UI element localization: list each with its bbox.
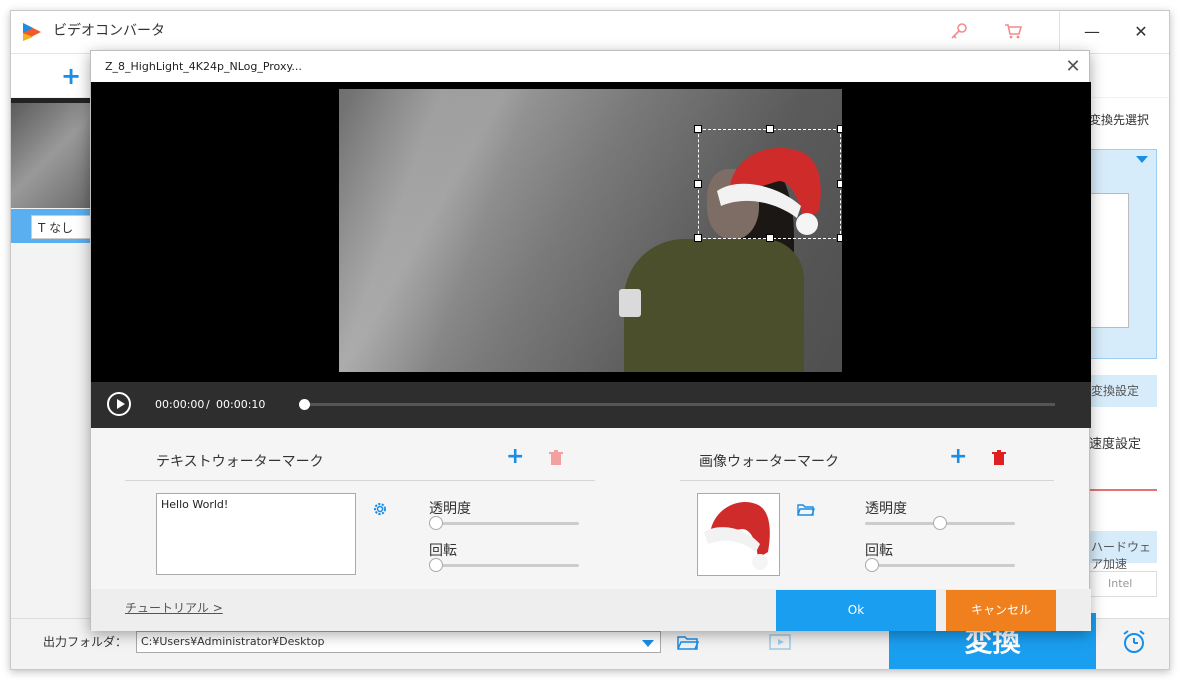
dialog-footer: [91, 589, 1091, 631]
app-title: ビデオコンバータ: [53, 23, 165, 39]
image-rotation-slider[interactable]: [865, 564, 1015, 567]
speed-slider[interactable]: [1089, 489, 1157, 491]
text-opacity-label: 透明度: [429, 501, 471, 517]
ok-button[interactable]: Ok: [776, 590, 936, 631]
image-rotation-knob[interactable]: [865, 558, 879, 572]
delete-image-watermark-icon[interactable]: [992, 450, 1006, 466]
open-folder-icon[interactable]: [677, 635, 699, 651]
person-body: [624, 239, 804, 372]
divider: [680, 480, 1054, 481]
resize-handle-ne[interactable]: [837, 125, 842, 133]
minimize-button[interactable]: —: [1077, 19, 1107, 45]
text-opacity-slider[interactable]: [429, 522, 579, 525]
dialog-title: Z_8_HighLight_4K24p_NLog_Proxy...: [105, 60, 302, 73]
watermark-dialog: Z_8_HighLight_4K24p_NLog_Proxy... ✕ 00:0…: [90, 50, 1091, 631]
format-select-label: 変換先選択: [1089, 113, 1150, 127]
watermark-selection-box[interactable]: [694, 125, 842, 242]
playback-controls: 00:00:00 / 00:00:10: [91, 382, 1091, 428]
film-icon[interactable]: [769, 633, 791, 651]
tutorial-link[interactable]: チュートリアル >: [125, 599, 223, 616]
text-opacity-knob[interactable]: [429, 516, 443, 530]
gear-icon[interactable]: [372, 501, 388, 517]
open-folder-icon[interactable]: [797, 503, 815, 517]
santa-hat-image: [704, 502, 770, 570]
text-rotation-knob[interactable]: [429, 558, 443, 572]
image-watermark-thumbnail[interactable]: [697, 493, 780, 576]
add-image-watermark-icon[interactable]: +: [949, 446, 967, 468]
seek-bar[interactable]: [303, 403, 1055, 406]
video-frame: [339, 89, 842, 372]
dialog-title-bar: Z_8_HighLight_4K24p_NLog_Proxy... ✕: [91, 51, 1089, 82]
current-time: 00:00:00: [155, 398, 205, 411]
app-logo-icon: [23, 23, 41, 41]
santa-hat-watermark[interactable]: [709, 136, 824, 240]
cup: [619, 289, 641, 317]
device-preview: [1089, 193, 1129, 328]
speed-label: 速度設定: [1089, 437, 1142, 452]
image-rotation-label: 回転: [865, 543, 893, 559]
close-window-button[interactable]: ✕: [1126, 19, 1156, 45]
close-icon[interactable]: ✕: [1061, 55, 1085, 79]
subtitle-select[interactable]: T なし: [31, 215, 91, 239]
image-opacity-label: 透明度: [865, 501, 907, 517]
video-thumbnail[interactable]: [11, 98, 91, 208]
text-rotation-slider[interactable]: [429, 564, 579, 567]
video-preview-area: [91, 82, 1091, 382]
chevron-down-icon[interactable]: [1136, 156, 1148, 163]
resize-handle-nw[interactable]: [694, 125, 702, 133]
hw-accel-button[interactable]: ハードウェア加速: [1089, 531, 1157, 571]
alarm-icon[interactable]: [1121, 629, 1147, 655]
image-watermark-title: 画像ウォーターマーク: [699, 454, 839, 470]
watermark-text-input[interactable]: [156, 493, 356, 575]
light-streak: [339, 89, 539, 372]
total-time: 00:00:10: [216, 398, 266, 411]
resize-handle-se[interactable]: [837, 234, 842, 242]
time-separator: /: [206, 398, 210, 411]
output-folder-label: 出力フォルダ：: [43, 635, 128, 649]
divider: [125, 480, 595, 481]
title-bar: ビデオコンバータ — ✕: [11, 11, 1169, 53]
image-opacity-knob[interactable]: [933, 516, 947, 530]
output-folder-field[interactable]: C:¥Users¥Administrator¥Desktop: [136, 631, 661, 653]
play-icon[interactable]: [107, 392, 131, 416]
resize-handle-w[interactable]: [694, 180, 702, 188]
resize-handle-e[interactable]: [837, 180, 842, 188]
text-watermark-title: テキストウォーターマーク: [156, 454, 324, 470]
add-text-watermark-icon[interactable]: +: [506, 446, 524, 468]
titlebar-divider: [1059, 11, 1060, 53]
add-file-icon[interactable]: +: [61, 62, 81, 90]
subtitle-value: なし: [49, 221, 74, 235]
cart-icon[interactable]: [1003, 21, 1023, 41]
key-icon[interactable]: [949, 21, 969, 41]
intel-badge: Intel: [1089, 571, 1157, 597]
resize-handle-n[interactable]: [766, 125, 774, 133]
seek-knob[interactable]: [299, 399, 310, 410]
settings-button[interactable]: 変換設定: [1089, 375, 1157, 407]
text-rotation-label: 回転: [429, 543, 457, 559]
resize-handle-s[interactable]: [766, 234, 774, 242]
cancel-button[interactable]: キャンセル: [946, 590, 1056, 631]
resize-handle-sw[interactable]: [694, 234, 702, 242]
chevron-down-icon[interactable]: [642, 640, 654, 647]
delete-text-watermark-icon[interactable]: [549, 450, 563, 466]
